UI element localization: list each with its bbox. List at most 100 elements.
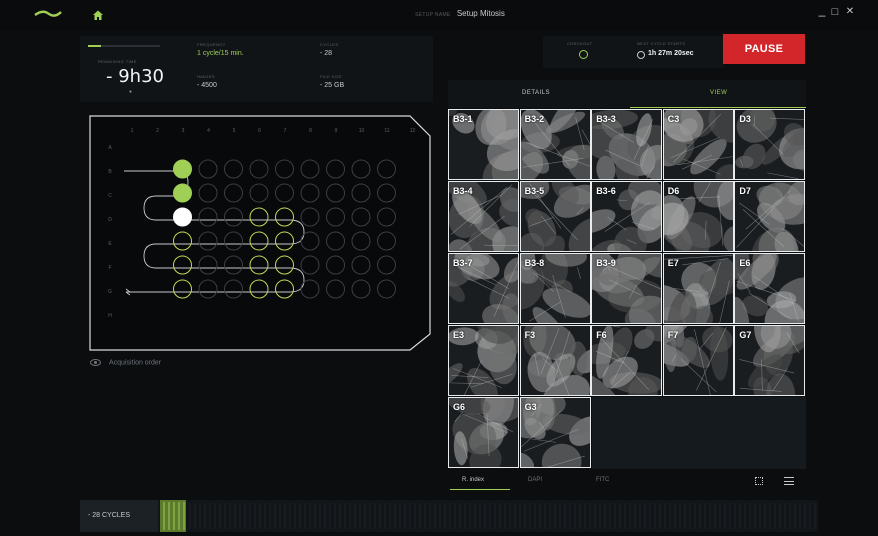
well-plate-map[interactable]: 1 2 3 4 5 6 7 8 9 10 11 12 ABCDEFGH [80,108,436,354]
image-tile[interactable]: F7 [662,325,734,396]
image-tile[interactable]: B3-6 [591,181,663,252]
plate-column-label: 12 [410,128,416,134]
remaining-time-label: REMAINING TIME [98,59,137,64]
cycles-label: CYCLES [320,42,339,47]
remaining-cycles-track [189,503,816,529]
image-tile-label: F6 [596,330,607,340]
active-tab-underline [630,107,806,108]
image-tile[interactable]: C3 [662,109,734,180]
image-tile[interactable]: B3-4 [448,181,519,252]
plate-column-label: 7 [284,128,287,134]
app-logo-icon [34,10,62,17]
minimize-button[interactable]: _ [815,3,829,17]
tab-fitc[interactable]: FITC [596,477,609,483]
image-tile[interactable]: B3-3 [591,109,663,180]
image-tile-label: C3 [667,114,680,124]
plate-column-label: 4 [207,128,210,134]
file-size-label: FILE SIZE [320,74,343,79]
image-tile[interactable]: D3 [734,109,806,180]
plate-column-label: 1 [131,128,134,134]
cycles-value: - 28 [320,50,333,57]
cycle-timeline[interactable]: - 28 CYCLES [80,500,818,532]
menu-icon[interactable] [784,477,794,485]
tab-details[interactable]: DETAILS [522,90,550,96]
image-tile[interactable]: D7 [734,181,806,252]
view-tabs: DETAILS VIEW [448,80,806,108]
image-tile[interactable]: E7 [662,253,734,324]
plate-row-label: F [108,265,111,271]
image-tile-label: B3-8 [524,258,545,268]
close-button[interactable]: ✕ [843,6,857,17]
plate-column-label: 8 [309,128,312,134]
image-tile-label: B3-5 [524,186,545,196]
title-prefix: SETUP NAME [415,12,451,18]
image-tile-label: F3 [524,330,536,340]
image-tile[interactable]: E6 [734,253,806,324]
acquisition-stats-panel: REMAINING TIME - 9h30 ● FREQUENCY 1 cycl… [80,36,433,102]
image-tile[interactable]: F6 [591,325,663,396]
image-tile[interactable]: B3-8 [519,253,591,324]
check-icon [579,50,588,59]
image-tile[interactable]: D6 [662,181,734,252]
pause-button[interactable]: PAUSE [723,34,805,64]
setup-title: Setup Mitosis [456,9,505,18]
remaining-time-value: - 9h30 [106,66,164,87]
remaining-progress-fill [88,45,101,47]
tab-r-index[interactable]: R. index [462,477,484,483]
image-tile-label: D6 [667,186,680,196]
image-tile[interactable]: G3 [519,397,591,468]
image-tile-label: D3 [739,114,751,124]
home-icon[interactable] [92,9,104,21]
image-tile-label: B3-7 [453,258,473,268]
checkout-label: CHECKOUT [567,41,593,46]
image-tile-label: B3-2 [524,114,545,124]
channel-tabs: R. index DAPI FITC [448,472,806,492]
remaining-progress-bar [88,45,160,47]
plate-column-label: 6 [258,128,261,134]
plate-column-label: 5 [233,128,236,134]
image-tile-label: B3-1 [453,114,473,124]
image-tile[interactable]: B3-5 [519,181,591,252]
image-tile-label: G3 [524,402,537,412]
image-tile-label: B3-6 [596,186,616,196]
image-tile-label: F7 [667,330,679,340]
image-tile[interactable]: B3-9 [591,253,663,324]
cycle-status-panel: CHECKOUT NEXT CYCLE STARTS 1h 27m 20sec [543,36,724,68]
window-title: SETUP NAME Setup Mitosis [340,9,580,18]
file-size-value: - 25 GB [320,82,345,89]
image-tile[interactable]: G6 [448,397,519,468]
plate-well[interactable] [173,207,192,227]
plate-row-label: D [108,217,112,223]
fullscreen-icon[interactable] [755,477,763,485]
image-tile[interactable]: B3-7 [448,253,519,324]
image-tile-label: E7 [667,258,679,268]
plate-column-label: 9 [335,128,338,134]
frequency-label: FREQUENCY [197,42,226,47]
image-tile-label: E3 [453,330,465,340]
completed-cycles-marker [160,500,186,532]
image-tile[interactable]: B3-2 [519,109,591,180]
tab-view[interactable]: VIEW [710,90,727,96]
plate-well[interactable] [173,159,192,179]
plate-row-label: C [108,193,112,199]
cycles-count-label: - 28 CYCLES [80,500,158,532]
image-tile[interactable]: F3 [519,325,591,396]
plate-column-label: 11 [384,128,389,134]
tab-dapi[interactable]: DAPI [528,477,542,483]
maximize-button[interactable]: □ [828,6,842,18]
image-tile[interactable]: E3 [448,325,519,396]
plate-column-label: 3 [182,128,185,134]
acquisition-order-toggle[interactable]: Acquisition order [90,359,161,366]
next-cycle-label: NEXT CYCLE STARTS [637,41,686,46]
image-tile[interactable]: G7 [734,325,806,396]
image-tile-label: B3-9 [596,258,616,268]
clock-icon [637,51,645,59]
image-tile-label: B3-4 [453,186,473,196]
image-tile-label: B3-3 [596,114,616,124]
status-indicator: ● [129,89,133,95]
plate-well[interactable] [173,183,192,203]
image-tile-label: D7 [739,186,751,196]
plate-row-label: H [108,313,112,319]
image-tile[interactable]: B3-1 [448,109,519,180]
next-cycle-countdown: 1h 27m 20sec [648,50,694,57]
